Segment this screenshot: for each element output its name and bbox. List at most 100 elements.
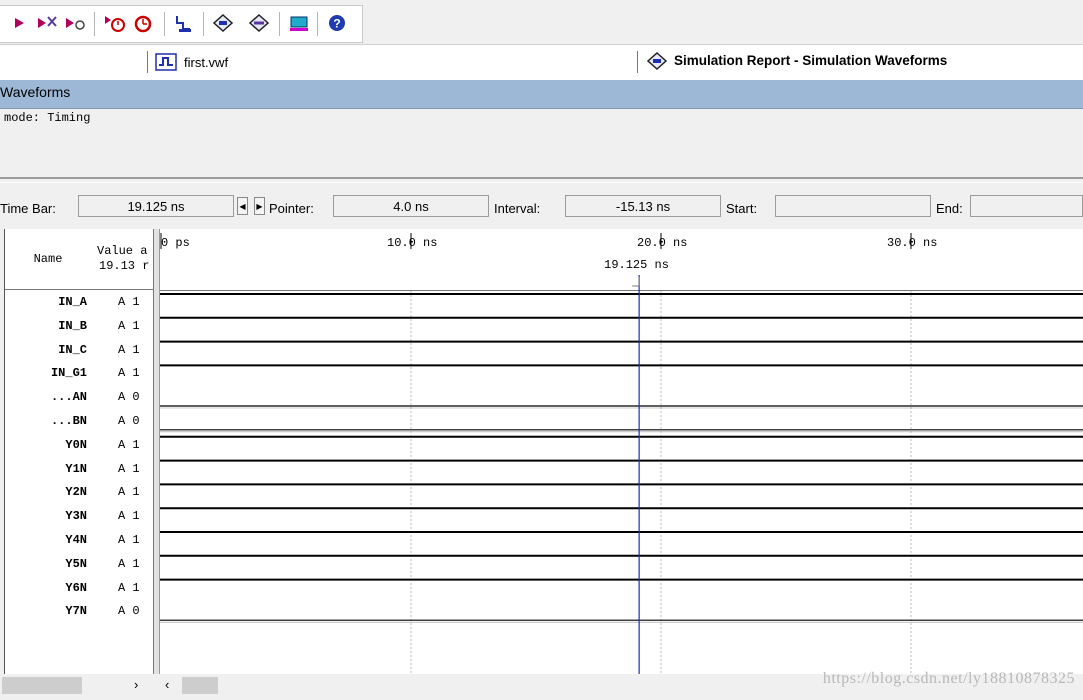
signal-row[interactable]: Y0N [5, 433, 91, 457]
signal-row[interactable]: IN_C [5, 338, 91, 362]
signal-row[interactable]: Y1N [5, 457, 91, 481]
signal-row[interactable]: Y3N [5, 504, 91, 528]
waveform-scrollbar-thumb[interactable] [182, 677, 218, 694]
signal-row[interactable]: ...BN [5, 409, 91, 433]
run-icon[interactable] [6, 10, 32, 36]
cursor-handle [632, 277, 640, 287]
signal-row[interactable]: Y5N [5, 552, 91, 576]
time-tick-label: 10.0 ns [387, 236, 437, 250]
watermark: https://blog.csdn.net/ly18810878325 [822, 670, 1075, 687]
signal-value-row: A 1 [91, 528, 153, 552]
signal-value-row: A 1 [91, 361, 153, 385]
signal-value: A 0 [118, 390, 140, 405]
signal-value-row: A 0 [91, 385, 153, 409]
start-field[interactable] [775, 195, 931, 217]
signal-value-row: A 1 [91, 290, 153, 314]
signal-value-row: A 1 [91, 480, 153, 504]
timing-start-icon[interactable] [102, 10, 128, 36]
tab-first-vwf[interactable]: first.vwf [184, 55, 228, 70]
waveforms-panel-header: Waveforms [0, 80, 1083, 109]
time-bar-next-button[interactable]: ▶ [254, 197, 265, 215]
signal-row[interactable]: Y7N [5, 599, 91, 623]
signal-name: Y1N [65, 461, 87, 476]
toolbar: ? [0, 0, 1083, 44]
signal-row[interactable]: Y4N [5, 528, 91, 552]
signal-row[interactable]: Y2N [5, 480, 91, 504]
signal-name: ...BN [50, 414, 87, 428]
signal-name: Y2N [65, 485, 87, 500]
help-icon[interactable]: ? [324, 10, 350, 36]
signal-value: A 1 [118, 485, 140, 500]
time-tick-label: 30.0 ns [887, 236, 937, 250]
step-icon[interactable] [62, 10, 88, 36]
document-tabs: first.vwf Simulation Report - Simulation… [0, 44, 1083, 81]
signal-value: A 1 [118, 342, 140, 357]
time-bar-cursor-label: 19.125 ns [604, 258, 669, 272]
pointer-label: Pointer: [269, 201, 314, 216]
signal-name: Y3N [65, 509, 87, 524]
compile-icon[interactable] [34, 10, 60, 36]
signal-value-row: A 1 [91, 457, 153, 481]
signal-name: IN_C [58, 342, 87, 357]
time-bar-field[interactable]: 19.125 ns [78, 195, 234, 217]
scroll-right-icon[interactable]: › [134, 677, 138, 692]
signal-name: Y0N [65, 437, 87, 452]
pointer-field: 4.0 ns [333, 195, 489, 217]
signal-name: IN_G1 [50, 366, 87, 381]
end-field[interactable] [970, 195, 1083, 217]
signal-value: A 1 [118, 366, 140, 381]
signal-name: IN_A [58, 295, 87, 309]
value-column-header[interactable]: Value a 19.13 r [91, 229, 153, 290]
signal-value-row: A 0 [91, 409, 153, 433]
time-bar-prev-button[interactable]: ◀ [237, 197, 248, 215]
waveform-icon[interactable] [171, 10, 197, 36]
signal-name: Y7N [65, 604, 87, 619]
signal-row[interactable]: ...AN [5, 385, 91, 409]
signal-value: A 1 [118, 437, 140, 452]
toolbar-buttons: ? [0, 5, 363, 43]
signal-name: IN_B [58, 318, 87, 333]
report-tab-icon [646, 51, 668, 74]
signal-value: A 1 [118, 318, 140, 333]
waveform-area[interactable]: 0 ps 10.0 ns 20.0 ns 30.0 ns 19.125 ns [160, 229, 1083, 674]
scroll-left-icon[interactable]: ‹ [165, 677, 169, 692]
signal-name: Y6N [65, 580, 87, 595]
signal-row[interactable]: IN_G1 [5, 361, 91, 385]
signal-name: ...AN [50, 390, 87, 405]
programmer-icon[interactable] [286, 10, 312, 36]
settings-icon[interactable] [246, 10, 272, 36]
signal-value-row: A 0 [91, 599, 153, 623]
signal-value: A 0 [118, 414, 140, 428]
signal-value: A 0 [118, 604, 140, 619]
vwf-file-icon [155, 53, 177, 74]
svg-text:?: ? [333, 17, 340, 31]
end-label: End: [936, 201, 963, 216]
interval-field: -15.13 ns [565, 195, 721, 217]
panel-title: Waveforms [0, 84, 71, 100]
waveform-canvas: 0 ps 10.0 ns 20.0 ns 30.0 ns 19.125 ns [160, 233, 1083, 674]
start-label: Start: [726, 201, 758, 216]
waveforms-panel-body: mode: Timing [0, 109, 1083, 179]
value-header-line2: 19.13 r [99, 259, 150, 273]
signal-value-row: A 1 [91, 504, 153, 528]
report-icon[interactable] [210, 10, 236, 36]
interval-label: Interval: [494, 201, 541, 216]
timing-stop-icon[interactable] [130, 10, 156, 36]
signal-value: A 1 [118, 580, 140, 595]
signal-value: A 1 [118, 556, 140, 571]
simulation-mode-text: mode: Timing [4, 111, 91, 125]
signal-row[interactable]: Y6N [5, 576, 91, 600]
scrollbar-thumb[interactable] [2, 677, 82, 694]
time-bar: Time Bar: 19.125 ns ◀ ▶ Pointer: 4.0 ns … [0, 182, 1083, 229]
value-header-line1: Value a [97, 244, 148, 258]
signal-value: A 1 [118, 461, 140, 476]
time-bar-label: Time Bar: [0, 201, 56, 216]
signal-row[interactable]: IN_A [5, 290, 91, 314]
name-horizontal-scrollbar[interactable]: › [0, 674, 160, 700]
tab-simulation-report[interactable]: Simulation Report - Simulation Waveforms [674, 53, 947, 68]
signal-value-row: A 1 [91, 552, 153, 576]
signal-value-column: Value a 19.13 r A 1 A 1 A 1 A 1 A 0 A 0 A 1 A 1… [91, 229, 154, 674]
name-column-header[interactable]: Name [5, 229, 91, 290]
signal-name: Y4N [65, 533, 87, 547]
signal-row[interactable]: IN_B [5, 314, 91, 338]
